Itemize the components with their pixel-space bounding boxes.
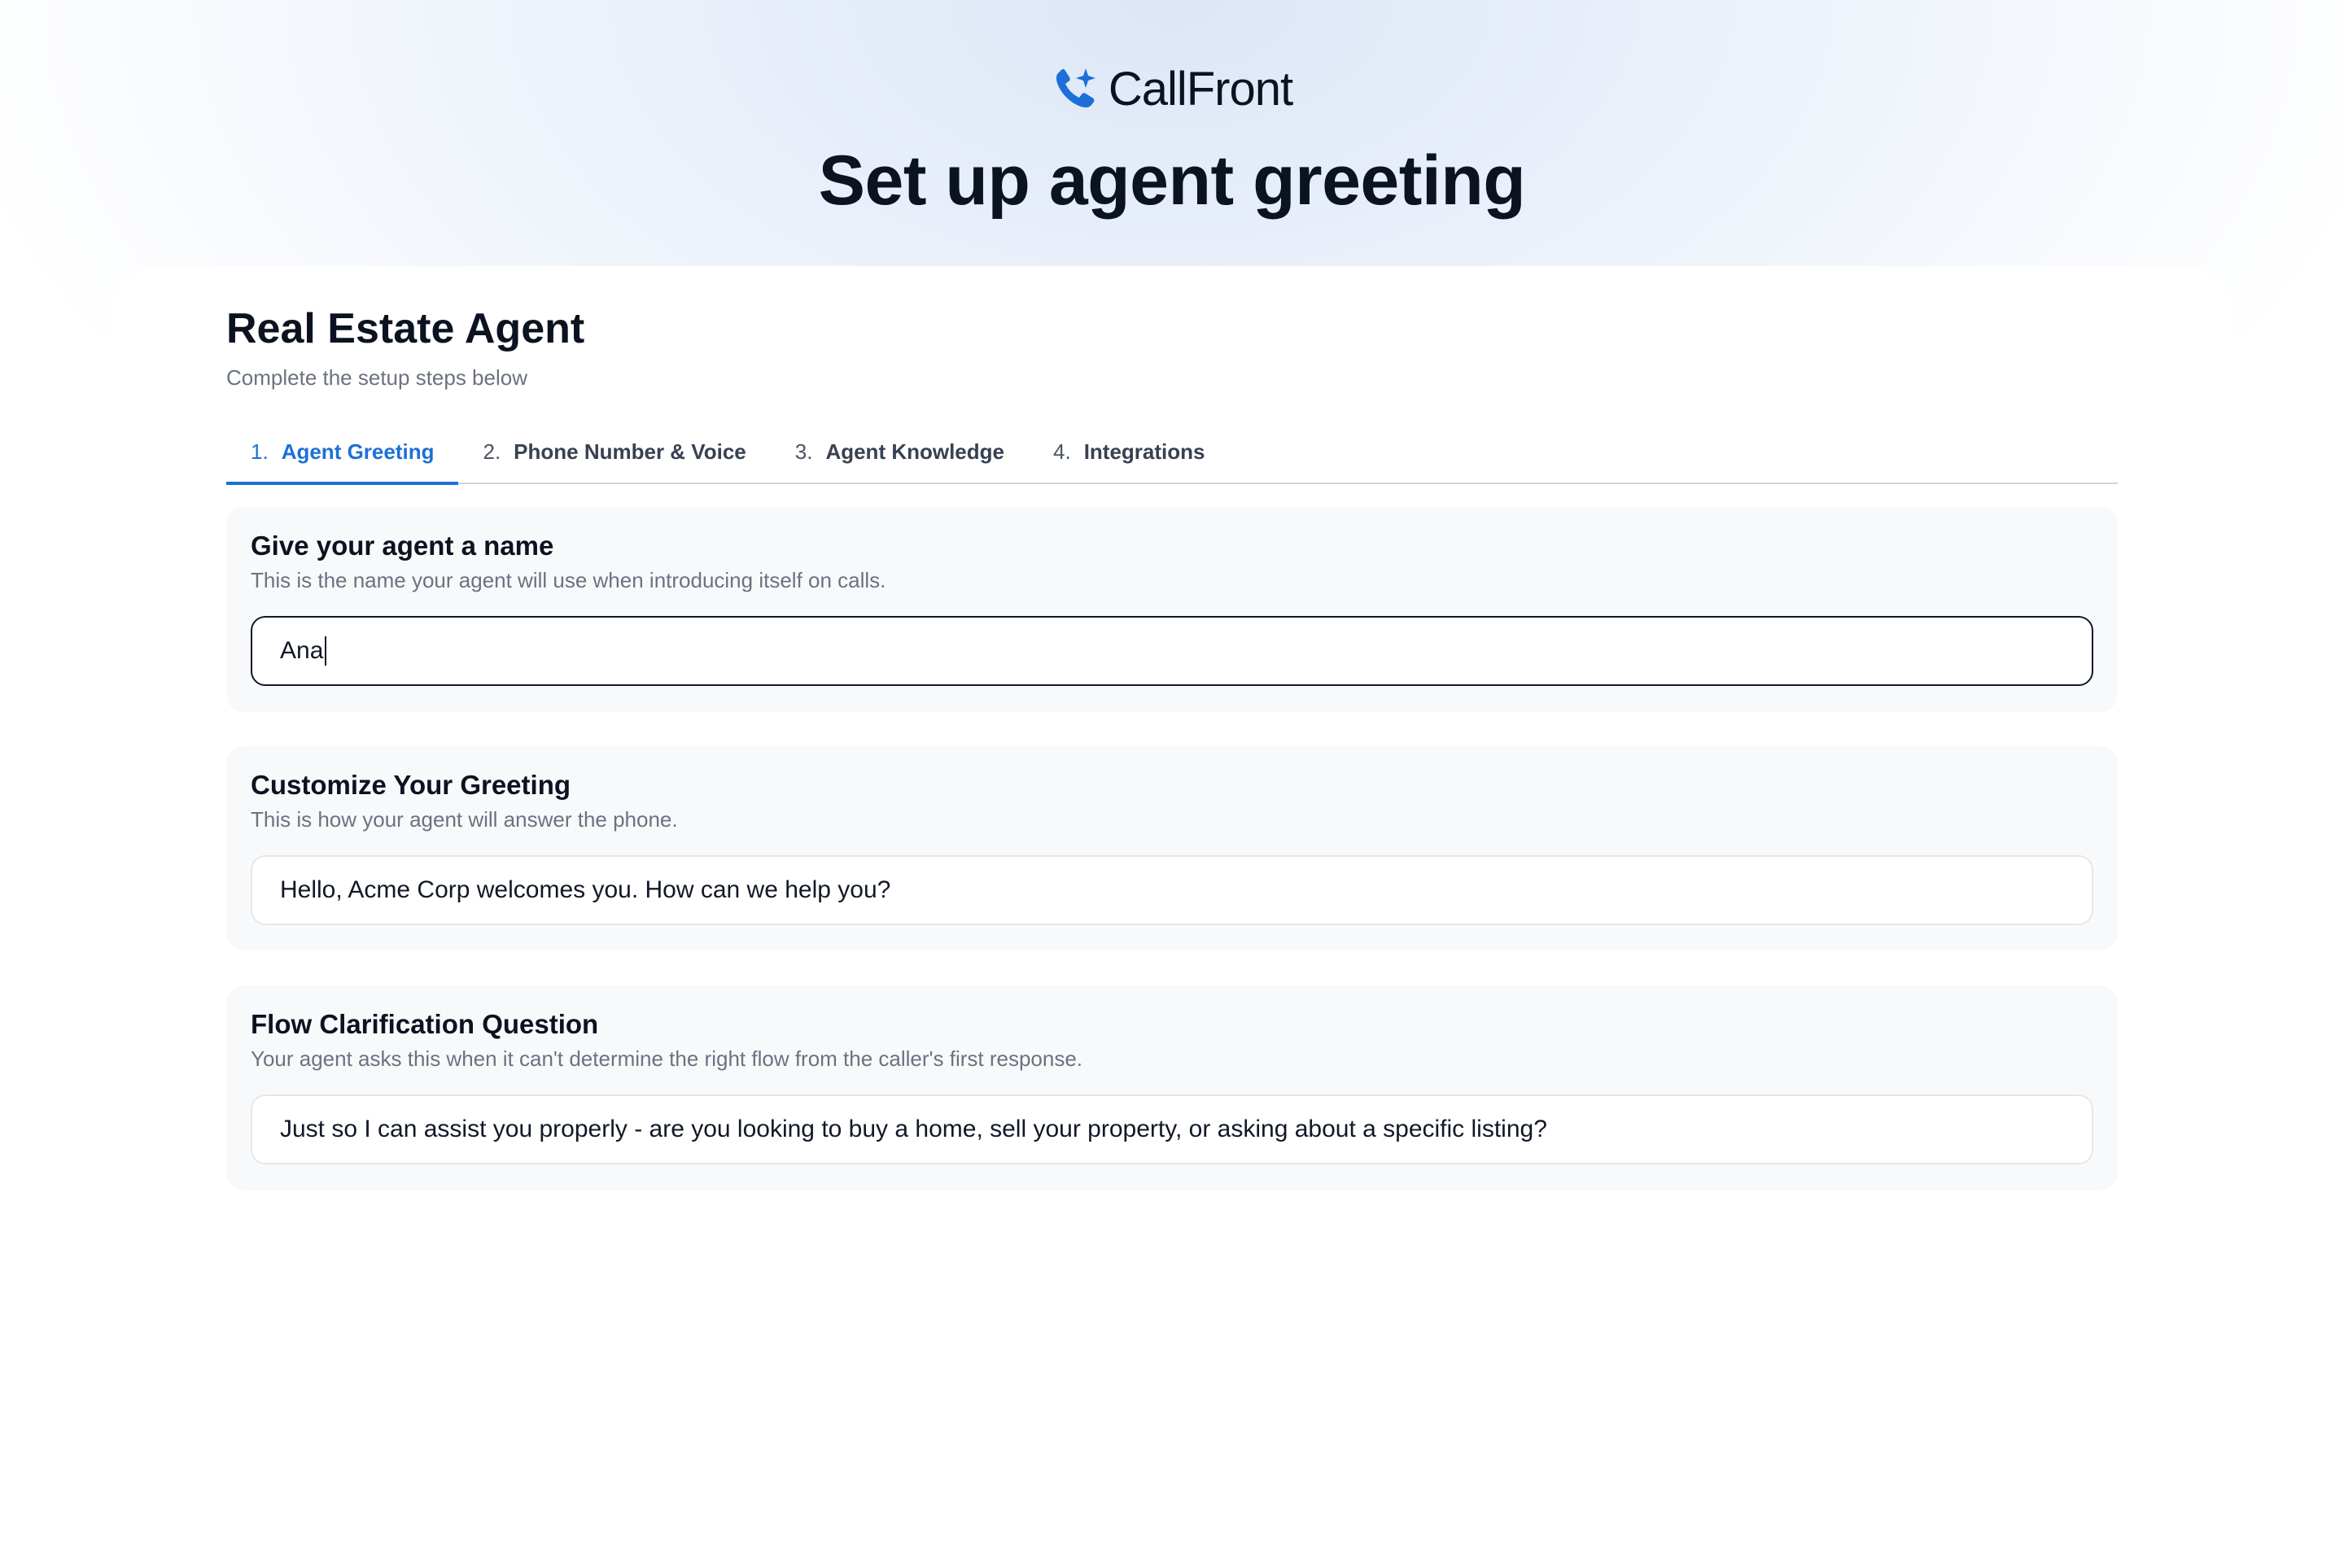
section-description: This is how your agent will answer the p… <box>251 807 678 832</box>
tab-number: 2. <box>483 439 501 464</box>
tab-agent-knowledge[interactable]: 3. Agent Knowledge <box>771 421 1029 483</box>
agent-title: Real Estate Agent <box>226 305 585 352</box>
tab-phone-number-voice[interactable]: 2. Phone Number & Voice <box>458 421 770 483</box>
tab-integrations[interactable]: 4. Integrations <box>1029 421 1229 483</box>
greeting-section: Customize Your Greeting This is how your… <box>226 746 2118 951</box>
greeting-value: Hello, Acme Corp welcomes you. How can w… <box>280 876 891 903</box>
tab-number: 4. <box>1053 439 1071 464</box>
tab-label: Agent Knowledge <box>825 439 1004 464</box>
setup-card: Real Estate Agent Complete the setup ste… <box>108 266 2236 1568</box>
tab-agent-greeting[interactable]: 1. Agent Greeting <box>226 421 459 485</box>
tab-label: Integrations <box>1083 439 1205 464</box>
tab-number: 3. <box>794 439 813 464</box>
agent-name-value: Ana <box>280 637 324 664</box>
greeting-input[interactable]: Hello, Acme Corp welcomes you. How can w… <box>251 855 2093 925</box>
section-title: Give your agent a name <box>251 531 554 561</box>
clarification-input[interactable]: Just so I can assist you properly - are … <box>251 1094 2093 1164</box>
section-description: Your agent asks this when it can't deter… <box>251 1046 1083 1071</box>
tab-label: Phone Number & Voice <box>514 439 746 464</box>
section-title: Flow Clarification Question <box>251 1009 599 1039</box>
agent-name-section: Give your agent a name This is the name … <box>226 507 2118 712</box>
clarification-section: Flow Clarification Question Your agent a… <box>226 985 2118 1190</box>
phone-sparkle-icon <box>1056 68 1095 108</box>
section-description: This is the name your agent will use whe… <box>251 568 886 592</box>
page-title: Set up agent greeting <box>818 142 1526 220</box>
text-caret <box>325 636 327 666</box>
section-title: Customize Your Greeting <box>251 770 571 800</box>
brand-logo: CallFront <box>0 63 2344 116</box>
tab-label: Agent Greeting <box>281 439 435 464</box>
setup-tabs: 1. Agent Greeting 2. Phone Number & Voic… <box>226 421 2118 485</box>
tab-number: 1. <box>251 439 269 464</box>
agent-subtitle: Complete the setup steps below <box>226 365 527 390</box>
clarification-value: Just so I can assist you properly - are … <box>280 1116 1547 1142</box>
agent-name-input[interactable]: Ana <box>251 616 2093 686</box>
brand-name: CallFront <box>1108 63 1293 116</box>
